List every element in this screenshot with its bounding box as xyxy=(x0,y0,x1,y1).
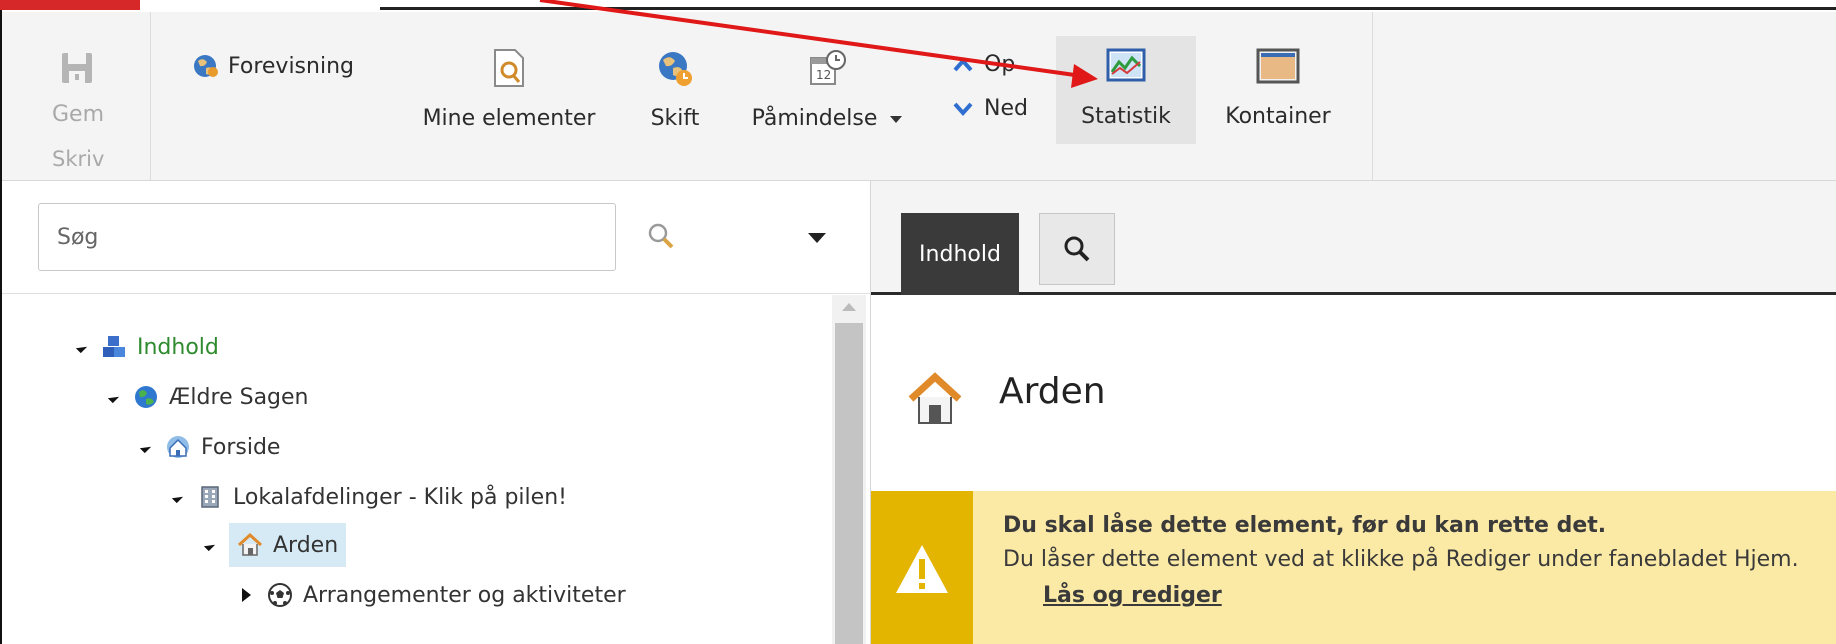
tree-item-lokalafdelinger[interactable]: Lokalafdelinger - Klik på pilen! xyxy=(171,477,567,517)
home-globe-icon xyxy=(167,436,189,458)
write-group-label: Skriv xyxy=(52,147,105,171)
my-items-label: Mine elementer xyxy=(422,106,596,131)
switch-label: Skift xyxy=(650,106,700,131)
down-button[interactable]: Ned xyxy=(952,96,1028,121)
reminder-text: Påmindelse xyxy=(751,106,878,131)
my-items-icon xyxy=(494,49,524,87)
container-label: Kontainer xyxy=(1225,104,1331,129)
content-cubes-icon xyxy=(103,336,125,357)
tree-item-aeldre-sagen[interactable]: Ældre Sagen xyxy=(107,377,309,417)
scrollbar-thumb[interactable] xyxy=(835,323,863,644)
tree-label: Arrangementer og aktiviteter xyxy=(303,582,626,608)
switch-globe-icon xyxy=(659,52,692,86)
tree-label: Lokalafdelinger - Klik på pilen! xyxy=(233,484,567,510)
ribbon-separator xyxy=(1372,12,1373,180)
tree-item-forside[interactable]: Forside xyxy=(139,427,281,467)
expanded-toggle-icon[interactable] xyxy=(107,391,120,403)
up-button[interactable]: Op xyxy=(952,52,1015,77)
content-tree: Indhold Ældre Sagen Forside Lokalafdelin… xyxy=(2,295,832,644)
container-window-icon xyxy=(1256,48,1300,84)
globe-preview-icon xyxy=(194,55,218,77)
globe-icon xyxy=(135,386,157,408)
reminder-button[interactable]: 12 Påmindelse xyxy=(744,48,910,131)
content-tree-panel: Indhold Ældre Sagen Forside xyxy=(2,181,871,644)
scroll-up-icon[interactable] xyxy=(842,303,856,311)
save-label: Gem xyxy=(52,102,105,127)
collapsed-toggle-icon[interactable] xyxy=(242,588,251,602)
chevron-down-icon xyxy=(890,115,903,123)
expanded-toggle-icon[interactable] xyxy=(75,341,88,353)
container-button[interactable]: Kontainer xyxy=(1218,48,1338,129)
preview-button[interactable]: Forevisning xyxy=(192,52,354,80)
tab-content[interactable]: Indhold xyxy=(901,213,1019,295)
expanded-toggle-icon[interactable] xyxy=(171,491,184,503)
chevron-down-blue-icon xyxy=(953,102,973,116)
save-icon xyxy=(62,53,92,83)
tree-item-indhold[interactable]: Indhold xyxy=(75,327,219,367)
warning-text: Du låser dette element ved at klikke på … xyxy=(1003,547,1799,572)
write-group: Gem Skriv xyxy=(2,12,151,180)
editor-tab-bar: Indhold xyxy=(871,181,1836,295)
search-icon xyxy=(1064,236,1090,262)
tree-label: Ældre Sagen xyxy=(169,384,309,410)
tree-label: Forside xyxy=(201,434,281,460)
selected-node[interactable]: Arden xyxy=(229,523,347,567)
expanded-toggle-icon[interactable] xyxy=(203,539,216,551)
chevron-up-icon xyxy=(953,57,973,71)
top-border xyxy=(380,7,1836,10)
search-input[interactable] xyxy=(38,203,616,271)
warning-icon xyxy=(896,545,948,593)
reminder-calendar-icon: 12 xyxy=(810,50,846,85)
down-label: Ned xyxy=(984,96,1028,121)
tree-item-arden[interactable]: Arden xyxy=(203,523,347,567)
editor-panel: Indhold Arden Du skal låse dette element… xyxy=(871,181,1836,644)
top-strip xyxy=(0,0,1836,10)
preview-label: Forevisning xyxy=(228,53,354,79)
statistics-chart-icon xyxy=(1106,48,1146,82)
svg-text:12: 12 xyxy=(816,68,831,82)
active-tab-indicator xyxy=(0,0,140,10)
up-label: Op xyxy=(984,52,1016,77)
statistics-button[interactable]: Statistik xyxy=(1056,48,1196,129)
warning-title: Du skal låse dette element, før du kan r… xyxy=(1003,513,1607,538)
tab-search[interactable] xyxy=(1039,213,1115,285)
soccer-ball-icon xyxy=(268,583,292,607)
house-icon xyxy=(908,372,962,424)
warning-side xyxy=(871,491,973,644)
lock-and-edit-link[interactable]: Lås og rediger xyxy=(1043,583,1222,608)
reminder-label: Påmindelse xyxy=(744,106,910,131)
my-items-button[interactable]: Mine elementer xyxy=(414,48,604,131)
search-icon[interactable] xyxy=(646,221,676,251)
house-icon xyxy=(237,532,263,556)
tree-label: Indhold xyxy=(137,334,219,360)
ribbon: Gem Skriv Forevisning Mine elementer Ski… xyxy=(2,12,1836,181)
tree-label: Arden xyxy=(273,532,339,558)
building-icon xyxy=(201,486,219,508)
search-options-dropdown[interactable] xyxy=(808,233,826,243)
statistics-label: Statistik xyxy=(1081,104,1171,129)
divider xyxy=(2,293,870,294)
tree-scrollbar[interactable] xyxy=(832,295,866,644)
switch-button[interactable]: Skift xyxy=(640,48,710,131)
save-button[interactable] xyxy=(54,50,100,92)
item-title: Arden xyxy=(999,371,1106,412)
lock-warning: Du skal låse dette element, før du kan r… xyxy=(871,491,1836,644)
tree-item-arrangementer[interactable]: Arrangementer og aktiviteter xyxy=(242,575,626,615)
expanded-toggle-icon[interactable] xyxy=(139,441,152,453)
